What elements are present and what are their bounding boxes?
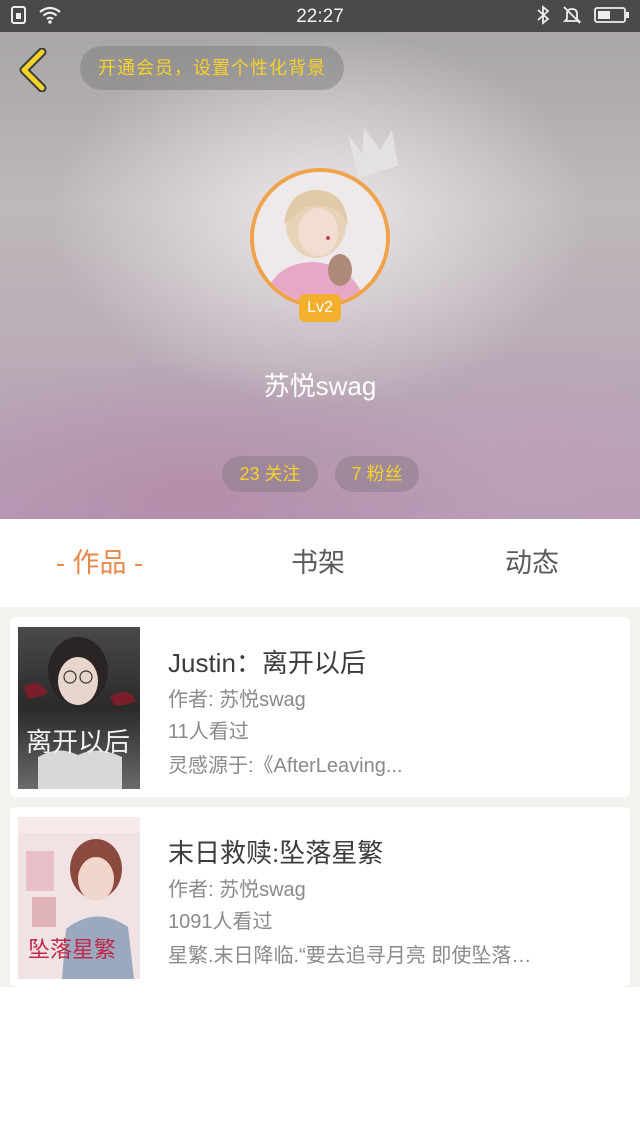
fans-count-button[interactable]: 7 粉丝 (335, 456, 419, 492)
profile-tabs: - 作品 - 书架 动态 (0, 519, 640, 607)
book-title[interactable]: Justin：离开以后 (168, 643, 366, 680)
level-badge: Lv2 (299, 294, 341, 322)
book-cover: 坠落星繁 (18, 817, 140, 979)
bluetooth-icon (536, 5, 550, 30)
back-button[interactable] (14, 47, 54, 93)
works-list: 离开以后 Justin：离开以后 作者: 苏悦swag 11人看过 灵感源于:《… (0, 607, 640, 987)
book-author: 作者: 苏悦swag (168, 879, 306, 901)
mute-icon (562, 5, 582, 30)
username: 苏悦swag (263, 371, 377, 401)
book-views: 11人看过 (168, 721, 249, 743)
book-author: 作者: 苏悦swag (168, 689, 306, 711)
book-cover: 离开以后 (18, 627, 140, 789)
book-views: 1091人看过 (168, 911, 273, 933)
tab-bookshelf[interactable]: 书架 (291, 519, 345, 607)
status-bar: 22:27 (0, 0, 640, 32)
book-title[interactable]: 末日救赎:坠落星繁 (168, 833, 383, 870)
vip-upgrade-button[interactable]: 开通会员，设置个性化背景 (80, 46, 344, 90)
svg-text:坠落星繁: 坠落星繁 (28, 938, 116, 963)
battery-icon (594, 5, 630, 30)
chevron-left-icon (19, 47, 47, 93)
list-item[interactable]: 离开以后 Justin：离开以后 作者: 苏悦swag 11人看过 灵感源于:《… (10, 617, 630, 797)
empty-area (0, 987, 640, 1138)
profile-header: 开通会员，设置个性化背景 Lv2 苏悦swag 23 关注 7 粉丝 (0, 32, 640, 519)
tab-works[interactable]: - 作品 - (56, 519, 143, 607)
following-count-button[interactable]: 23 关注 (222, 456, 318, 492)
svg-text:离开以后: 离开以后 (26, 728, 130, 758)
avatar[interactable] (250, 168, 390, 308)
book-description: 灵感源于:《AfterLeaving... (168, 755, 403, 777)
status-right-icons (536, 5, 630, 30)
list-item[interactable]: 坠落星繁 末日救赎:坠落星繁 作者: 苏悦swag 1091人看过 星繁.末日降… (10, 807, 630, 987)
tab-activity[interactable]: 动态 (505, 519, 559, 607)
book-description: 星繁.末日降临.“要去追寻月亮 即使坠落… (168, 945, 532, 967)
